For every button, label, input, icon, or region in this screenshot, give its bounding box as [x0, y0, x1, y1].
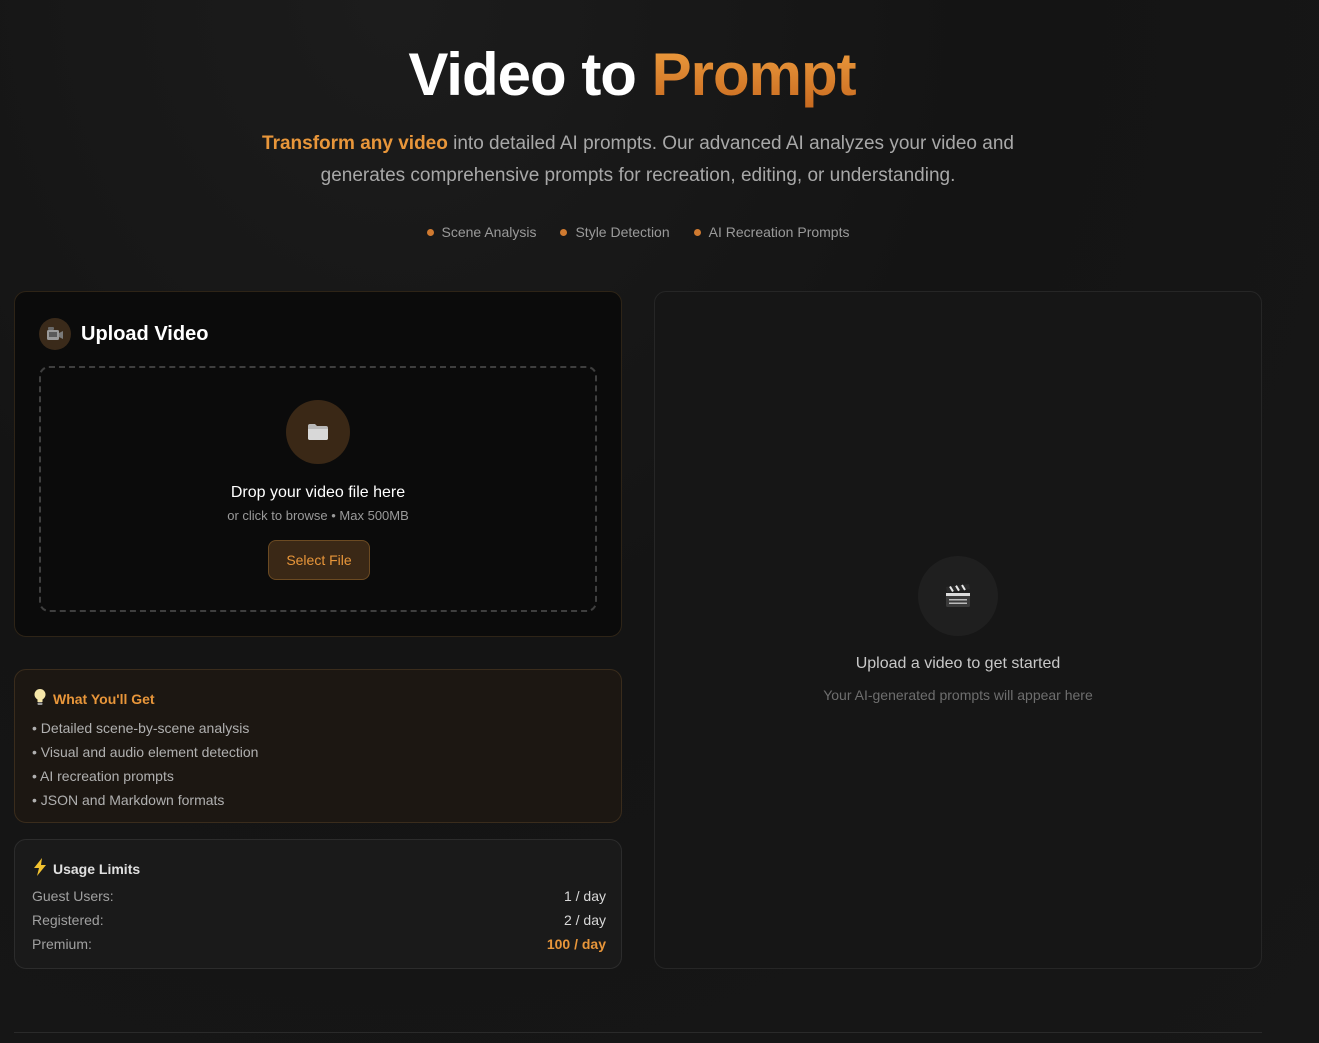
output-panel: Upload a video to get started Your AI-ge…	[654, 291, 1262, 969]
empty-state-title: Upload a video to get started	[855, 655, 1061, 672]
list-item: • AI recreation prompts	[32, 768, 174, 784]
usage-label: Premium:	[32, 936, 92, 952]
what-youll-get-header: What You'll Get	[33, 688, 155, 709]
list-item: • Detailed scene-by-scene analysis	[32, 720, 250, 736]
page-title: Video to Prompt	[0, 40, 1264, 109]
title-main: Video to	[408, 41, 652, 108]
video-dropzone[interactable]: Drop your video file here or click to br…	[39, 366, 597, 612]
feature-item: AI Recreation Prompts	[693, 224, 850, 240]
usage-limits-header: Usage Limits	[33, 858, 140, 879]
page-subtitle: Transform any video into detailed AI pro…	[258, 128, 1018, 192]
table-row: Premium: 100 / day	[32, 932, 606, 956]
usage-label: Registered:	[32, 912, 104, 928]
list-item: • Visual and audio element detection	[32, 744, 259, 760]
usage-table: Guest Users: 1 / day Registered: 2 / day P…	[32, 884, 606, 956]
clapperboard-icon	[918, 556, 998, 636]
usage-value-premium: 100 / day	[546, 936, 606, 952]
video-camera-icon	[39, 318, 71, 350]
feature-list: Scene Analysis Style Detection AI Recrea…	[0, 224, 1276, 240]
usage-value: 2 / day	[563, 912, 606, 928]
what-youll-get-card: What You'll Get • Detailed scene-by-scen…	[14, 669, 622, 823]
empty-state-subtitle: Your AI-generated prompts will appear he…	[823, 687, 1093, 703]
feature-label: AI Recreation Prompts	[708, 224, 850, 240]
usage-label: Guest Users:	[32, 888, 114, 904]
drop-title: Drop your video file here	[230, 484, 406, 501]
table-row: Guest Users: 1 / day	[32, 884, 606, 908]
upload-card: Upload Video Drop your video file here o…	[14, 291, 622, 637]
feature-label: Style Detection	[575, 224, 670, 240]
feature-bullets: • Detailed scene-by-scene analysis • Vis…	[32, 716, 258, 812]
bullet-dot-icon	[560, 228, 568, 236]
usage-value: 1 / day	[563, 888, 606, 904]
list-item: • JSON and Markdown formats	[32, 792, 225, 808]
feature-label: Scene Analysis	[441, 224, 537, 240]
upload-heading: Upload Video	[81, 322, 209, 345]
upload-header: Upload Video	[39, 318, 208, 350]
title-accent: Prompt	[651, 41, 857, 108]
feature-item: Style Detection	[560, 224, 670, 240]
bullet-dot-icon	[693, 228, 701, 236]
subtitle-highlight: Transform any video	[262, 133, 448, 154]
lightbulb-icon	[33, 688, 47, 709]
folder-icon	[286, 400, 350, 464]
bullet-dot-icon	[426, 228, 434, 236]
select-file-button[interactable]: Select File	[268, 540, 370, 580]
footer-divider	[14, 1032, 1262, 1033]
table-row: Registered: 2 / day	[32, 908, 606, 932]
what-youll-get-heading: What You'll Get	[53, 690, 155, 707]
usage-limits-heading: Usage Limits	[53, 860, 141, 877]
feature-item: Scene Analysis	[426, 224, 537, 240]
usage-limits-card: Usage Limits Guest Users: 1 / day Registe…	[14, 839, 622, 969]
lightning-icon	[33, 858, 47, 879]
drop-subtitle: or click to browse • Max 500MB	[227, 508, 409, 523]
